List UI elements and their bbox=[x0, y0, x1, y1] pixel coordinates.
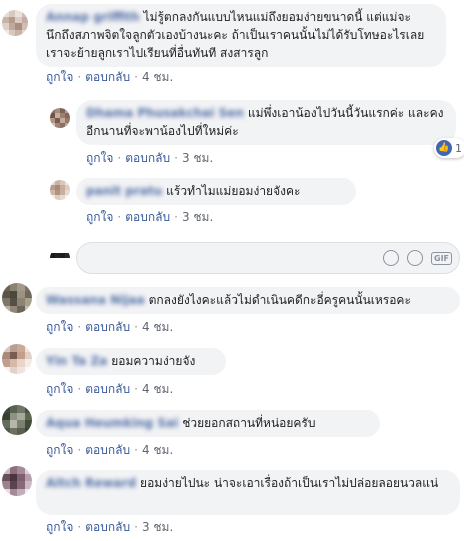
reply-link[interactable]: ตอบกลับ bbox=[85, 520, 130, 534]
comment-text: แร้วทำไมแม่ยอมง่ายจังคะ bbox=[166, 184, 301, 198]
avatar-pixelated-image bbox=[2, 466, 32, 496]
comment-actions: ถูกใจ · ตอบกลับ · 4 ชม. bbox=[46, 70, 174, 84]
reply-actions: ถูกใจ · ตอบกลับ · 3 ชม. bbox=[86, 210, 214, 224]
comment-actions: ถูกใจ · ตอบกลับ · 4 ชม. bbox=[46, 443, 174, 457]
commenter-name[interactable]: Dhama Phusakchai Sen bbox=[86, 104, 244, 122]
like-link[interactable]: ถูกใจ bbox=[86, 210, 113, 224]
like-link[interactable]: ถูกใจ bbox=[86, 151, 113, 165]
comment-bubble: Aqua Heumking Sai ช่วยยอกสถานที่หน่อยครับ bbox=[36, 410, 380, 437]
like-link[interactable]: ถูกใจ bbox=[46, 320, 73, 334]
reply-link[interactable]: ตอบกลับ bbox=[85, 443, 130, 457]
reply-link[interactable]: ตอบกลับ bbox=[85, 320, 130, 334]
commenter-avatar[interactable] bbox=[2, 10, 28, 36]
reply-link[interactable]: ตอบกลับ bbox=[125, 210, 170, 224]
commenter-name[interactable]: panit pratu bbox=[86, 182, 162, 200]
thumbs-up-icon: 👍 bbox=[436, 140, 452, 156]
avatar-pixelated-image bbox=[50, 248, 70, 268]
comment-bubble: Wassana Nijaa ตกลงยังไงคะแล้วไม่ดำเนินคดี… bbox=[36, 287, 460, 314]
reply-bubble: Dhama Phusakchai Sen แม่พึ่งเอาน้องไปวันน… bbox=[76, 100, 456, 145]
timestamp[interactable]: 3 ชม. bbox=[182, 210, 213, 224]
timestamp[interactable]: 4 ชม. bbox=[142, 70, 173, 84]
commenter-name[interactable]: Annap griffith bbox=[46, 8, 140, 26]
emoji-icon[interactable] bbox=[383, 250, 399, 266]
comment-actions: ถูกใจ · ตอบกลับ · 3 ชม. bbox=[46, 520, 174, 534]
reply-link[interactable]: ตอบกลับ bbox=[125, 151, 170, 165]
comment-bubble: Aitch Reward ยอมง่ายไปนะ น่าจะเอาเรื่องถ้… bbox=[36, 470, 460, 515]
comment-actions: ถูกใจ · ตอบกลับ · 4 ชม. bbox=[46, 382, 174, 396]
gif-icon[interactable]: GIF bbox=[431, 252, 453, 265]
reply-bubble: panit pratu แร้วทำไมแม่ยอมง่ายจังคะ bbox=[76, 178, 356, 205]
comment-bubble: Yin Ta Za ยอมความง่ายจัง bbox=[36, 348, 226, 375]
commenter-avatar[interactable] bbox=[2, 405, 32, 435]
avatar-pixelated-image bbox=[50, 108, 70, 128]
commenter-avatar[interactable] bbox=[2, 344, 32, 374]
like-link[interactable]: ถูกใจ bbox=[46, 443, 73, 457]
reply-link[interactable]: ตอบกลับ bbox=[85, 70, 130, 84]
like-link[interactable]: ถูกใจ bbox=[46, 70, 73, 84]
camera-icon[interactable] bbox=[407, 250, 423, 266]
reaction-count[interactable]: 👍 1 bbox=[434, 138, 464, 158]
comment-text: ช่วยยอกสถานที่หน่อยครับ bbox=[182, 416, 316, 430]
like-link[interactable]: ถูกใจ bbox=[46, 520, 73, 534]
comment-bubble: Annap griffith ไม่รู้ตกลงกันแบบไหนแม่ถึงย… bbox=[36, 4, 446, 67]
avatar-pixelated-image bbox=[2, 344, 32, 374]
commenter-name[interactable]: Wassana Nijaa bbox=[46, 291, 145, 309]
avatar-pixelated-image bbox=[2, 283, 32, 313]
timestamp[interactable]: 4 ชม. bbox=[142, 443, 173, 457]
comment-text: ยอมง่ายไปนะ น่าจะเอาเรื่องถ้าเป็นเราไม่ป… bbox=[140, 476, 439, 490]
timestamp[interactable]: 4 ชม. bbox=[142, 382, 173, 396]
reply-input[interactable]: GIF bbox=[76, 242, 460, 274]
reply-actions: ถูกใจ · ตอบกลับ · 3 ชม. bbox=[86, 151, 214, 165]
commenter-avatar[interactable] bbox=[2, 283, 32, 313]
comment-text: ตกลงยังไงคะแล้วไม่ดำเนินคดีกะอี่ครูคนนั้… bbox=[148, 293, 411, 307]
commenter-name[interactable]: Yin Ta Za bbox=[46, 352, 107, 370]
avatar-pixelated-image bbox=[50, 180, 70, 200]
avatar-pixelated-image bbox=[2, 10, 28, 36]
like-link[interactable]: ถูกใจ bbox=[46, 382, 73, 396]
commenter-name[interactable]: Aitch Reward bbox=[46, 474, 136, 492]
comment-text: ยอมความง่ายจัง bbox=[111, 354, 196, 368]
reply-link[interactable]: ตอบกลับ bbox=[85, 382, 130, 396]
commenter-avatar[interactable] bbox=[2, 466, 32, 496]
timestamp[interactable]: 3 ชม. bbox=[142, 520, 173, 534]
commenter-avatar[interactable] bbox=[50, 108, 70, 128]
current-user-avatar bbox=[50, 248, 70, 268]
commenter-name[interactable]: Aqua Heumking Sai bbox=[46, 414, 178, 432]
comment-actions: ถูกใจ · ตอบกลับ · 4 ชม. bbox=[46, 320, 174, 334]
avatar-pixelated-image bbox=[2, 405, 32, 435]
timestamp[interactable]: 4 ชม. bbox=[142, 320, 173, 334]
timestamp[interactable]: 3 ชม. bbox=[182, 151, 213, 165]
commenter-avatar[interactable] bbox=[50, 180, 70, 200]
